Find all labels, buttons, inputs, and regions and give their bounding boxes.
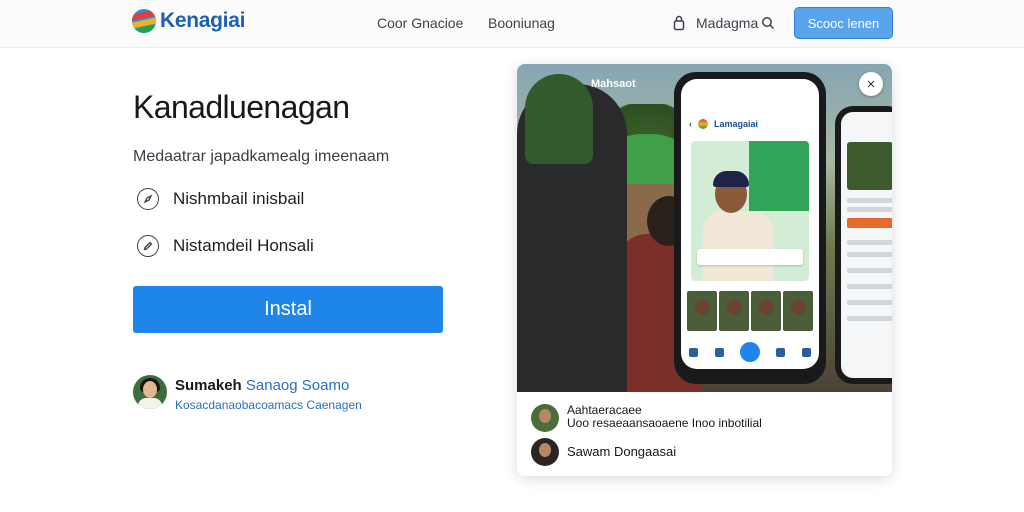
brand-name: Kenagiai xyxy=(160,9,246,32)
testimonial-subtitle[interactable]: Kosacdanaobacoamacs Caenagen xyxy=(175,398,362,412)
phone-screen: ‹ Lamagaiai xyxy=(681,79,819,369)
inbox-icon[interactable] xyxy=(714,347,724,357)
nav-link-account[interactable]: Madagma xyxy=(696,15,758,31)
comment-author: Sawam Dongaasai xyxy=(567,444,677,459)
avatar xyxy=(133,375,167,409)
comments-section: Aahtaeracaee Uoo resaeaansaoaene Inoo in… xyxy=(517,392,892,476)
feature-label-1: Nishmbail inisbail xyxy=(173,189,305,208)
photo-label: Mahsaot xyxy=(591,78,636,90)
phone-thumbnails[interactable] xyxy=(687,291,813,331)
compass-icon xyxy=(137,188,159,210)
feature-label-2: Nistamdeil Honsali xyxy=(173,236,314,255)
top-navigation-bar: Kenagiai Coor Gnacioe Booniunag Madagma … xyxy=(0,0,1024,48)
feature-item-2: Nistamdeil Honsali xyxy=(137,235,314,257)
testimonial-name-bold: Sumakeh xyxy=(175,377,242,394)
avatar xyxy=(531,438,559,466)
edit-icon xyxy=(137,235,159,257)
search-icon[interactable] xyxy=(761,16,775,30)
profile-icon[interactable] xyxy=(776,347,786,357)
testimonial-name-link[interactable]: Sanaog Soamo xyxy=(246,377,349,394)
phone-mockup-secondary xyxy=(835,106,892,384)
nav-link-1[interactable]: Coor Gnacioe xyxy=(377,15,463,31)
logo-mark-icon xyxy=(132,9,156,33)
mini-logo-icon xyxy=(698,119,708,129)
phone-tab-bar[interactable] xyxy=(681,337,819,367)
comment-text: Uoo resaeaansaoaene Inoo inbotilial xyxy=(567,416,762,430)
nav-link-2[interactable]: Booniunag xyxy=(488,15,555,31)
app-preview-card: Mahsaot ‹ Lamagaiai × Aahtaeracaee Uoo r… xyxy=(517,64,892,476)
page-title: Kanadluenagan xyxy=(133,89,350,125)
header-cta-button[interactable]: Scooc lenen xyxy=(794,7,893,39)
testimonial-name: Sumakeh Sanaog Soamo xyxy=(175,377,349,394)
comment-row: Sawam Dongaasai xyxy=(531,438,676,466)
feature-item-1: Nishmbail inisbail xyxy=(137,188,304,210)
avatar xyxy=(531,404,559,432)
comment-row: Aahtaeracaee Uoo resaeaansaoaene Inoo in… xyxy=(531,404,762,432)
create-icon[interactable] xyxy=(739,342,760,362)
close-icon[interactable]: × xyxy=(859,72,883,96)
preview-photo: Mahsaot ‹ Lamagaiai × xyxy=(517,64,892,392)
home-icon[interactable] xyxy=(689,347,699,357)
page-subtitle: Medaatrar japadkamealg imeenaam xyxy=(133,148,390,165)
menu-icon[interactable] xyxy=(801,347,811,357)
phone-comment-bubble xyxy=(697,249,803,265)
install-button[interactable]: Instal xyxy=(133,286,443,333)
brand-logo[interactable]: Kenagiai xyxy=(132,9,245,33)
phone-app-header: ‹ Lamagaiai xyxy=(689,119,759,129)
phone-mockup: ‹ Lamagaiai xyxy=(674,72,826,384)
lock-icon xyxy=(673,15,685,31)
phone-app-title: Lamagaiai xyxy=(714,119,759,129)
